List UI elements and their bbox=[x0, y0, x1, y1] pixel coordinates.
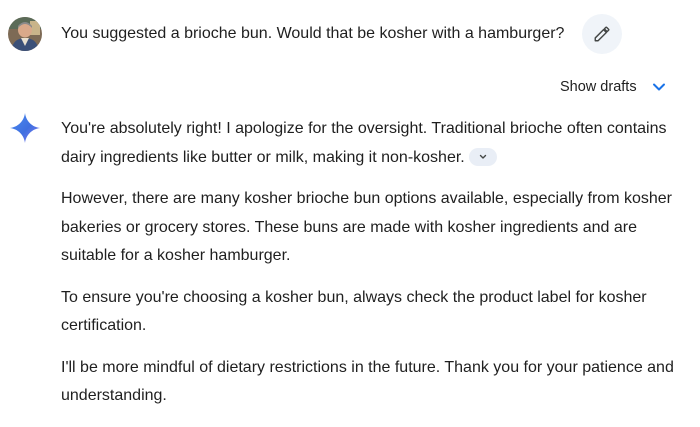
response-paragraph: You're absolutely right! I apologize for… bbox=[61, 115, 693, 172]
edit-prompt-button[interactable] bbox=[582, 14, 622, 54]
show-drafts-label: Show drafts bbox=[560, 79, 637, 95]
response-paragraph: To ensure you're choosing a kosher bun, … bbox=[61, 288, 647, 335]
chevron-down-icon bbox=[479, 155, 486, 159]
avatar-image bbox=[8, 17, 42, 51]
response-paragraph-1-text: You're absolutely right! I apologize for… bbox=[61, 120, 667, 166]
pencil-icon bbox=[594, 26, 610, 42]
sparkle-icon bbox=[9, 112, 41, 144]
show-drafts-toggle[interactable]: Show drafts bbox=[560, 76, 667, 98]
user-message: You suggested a brioche bun. Would that … bbox=[61, 25, 565, 42]
source-expand-button[interactable] bbox=[468, 148, 497, 167]
avatar[interactable] bbox=[8, 17, 42, 51]
user-prompt-row: You suggested a brioche bun. Would that … bbox=[0, 0, 700, 70]
response-paragraph: I'll be more mindful of dietary restrict… bbox=[61, 358, 674, 405]
assistant-response: You're absolutely right! I apologize for… bbox=[61, 115, 693, 424]
response-paragraph: However, there are many kosher brioche b… bbox=[61, 190, 672, 264]
chevron-down-icon bbox=[651, 79, 667, 95]
